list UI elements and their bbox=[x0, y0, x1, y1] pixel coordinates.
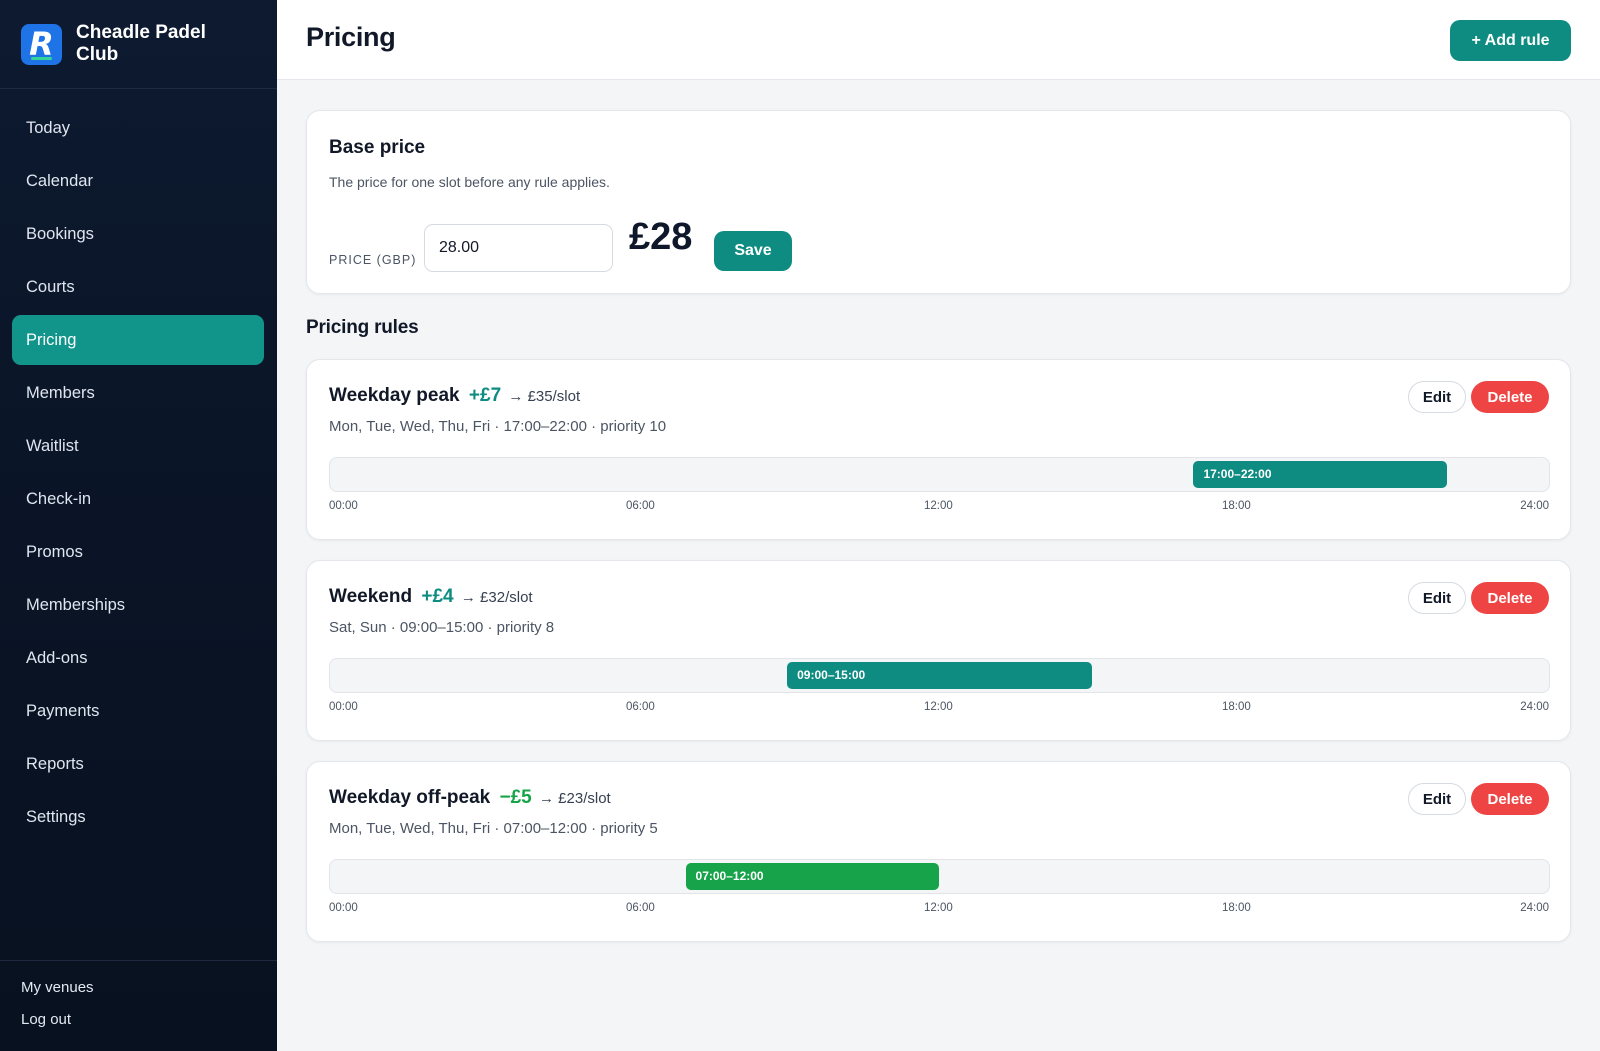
edit-rule-button[interactable]: Edit bbox=[1408, 381, 1466, 413]
sidebar-item-waitlist[interactable]: Waitlist bbox=[12, 421, 264, 471]
timeline-tick: 12:00 bbox=[924, 902, 953, 914]
rule-result: → £35/slot bbox=[508, 388, 581, 405]
timeline-tick: 12:00 bbox=[924, 500, 953, 512]
sidebar-item-bookings[interactable]: Bookings bbox=[12, 209, 264, 259]
sidebar-item-memberships[interactable]: Memberships bbox=[12, 580, 264, 630]
save-button[interactable]: Save bbox=[714, 231, 792, 271]
timeline-tick: 18:00 bbox=[1222, 902, 1251, 914]
rule-result: → £23/slot bbox=[539, 790, 611, 807]
timeline-tick: 00:00 bbox=[329, 902, 358, 914]
rule-meta: Mon, Tue, Wed, Thu, Fri · 07:00–12:00 · … bbox=[329, 820, 658, 837]
sidebar-item-members[interactable]: Members bbox=[12, 368, 264, 418]
sidebar-item-add-ons[interactable]: Add-ons bbox=[12, 633, 264, 683]
timeline-tick: 24:00 bbox=[1520, 902, 1549, 914]
rule-name: Weekday peak bbox=[329, 385, 460, 406]
delete-rule-button[interactable]: Delete bbox=[1471, 381, 1549, 413]
price-field-label: PRICE (GBP) bbox=[329, 253, 417, 267]
log-out-link[interactable]: Log out bbox=[21, 1011, 277, 1043]
timeline-tick: 00:00 bbox=[329, 701, 358, 713]
timeline-tick: 12:00 bbox=[924, 701, 953, 713]
sidebar-item-check-in[interactable]: Check-in bbox=[12, 474, 264, 524]
sidebar-item-courts[interactable]: Courts bbox=[12, 262, 264, 312]
timeline-tick: 18:00 bbox=[1222, 500, 1251, 512]
my-venues-link[interactable]: My venues bbox=[21, 979, 277, 1011]
rule-card: Weekday peak +£7 → £35/slot Mon, Tue, We… bbox=[306, 359, 1571, 540]
rule-meta: Mon, Tue, Wed, Thu, Fri · 17:00–22:00 · … bbox=[329, 418, 667, 435]
rule-card: Weekday off-peak −£5 → £23/slot Mon, Tue… bbox=[306, 761, 1571, 942]
pricing-rules-title: Pricing rules bbox=[306, 317, 419, 338]
edit-rule-button[interactable]: Edit bbox=[1408, 582, 1466, 614]
timeline-tick: 06:00 bbox=[626, 500, 655, 512]
timeline-tick: 00:00 bbox=[329, 500, 358, 512]
sidebar: R Cheadle Padel Club Today Calendar Book… bbox=[0, 0, 277, 1051]
sidebar-item-pricing[interactable]: Pricing bbox=[12, 315, 264, 365]
delete-rule-button[interactable]: Delete bbox=[1471, 783, 1549, 815]
sidebar-item-reports[interactable]: Reports bbox=[12, 739, 264, 789]
timeline-tick: 06:00 bbox=[626, 902, 655, 914]
club-name: Cheadle Padel Club bbox=[76, 22, 206, 65]
sidebar-item-today[interactable]: Today bbox=[12, 103, 264, 153]
timeline-tick: 24:00 bbox=[1520, 701, 1549, 713]
time-range-bar: 09:00–15:00 bbox=[787, 662, 1092, 689]
rule-result: → £32/slot bbox=[460, 589, 533, 606]
base-price-title: Base price bbox=[329, 137, 426, 158]
add-rule-button[interactable]: + Add rule bbox=[1450, 20, 1571, 61]
rule-meta: Sat, Sun · 09:00–15:00 · priority 8 bbox=[329, 619, 555, 636]
timeline-track: 09:00–15:00 bbox=[329, 658, 1550, 693]
base-price-description: The price for one slot before any rule a… bbox=[329, 174, 610, 190]
sidebar-item-payments[interactable]: Payments bbox=[12, 686, 264, 736]
club-logo-icon: R bbox=[21, 23, 62, 65]
timeline-tick: 18:00 bbox=[1222, 701, 1251, 713]
sidebar-item-settings[interactable]: Settings bbox=[12, 792, 264, 842]
rule-delta: +£4 bbox=[421, 586, 454, 607]
timeline-tick: 06:00 bbox=[626, 701, 655, 713]
price-input[interactable] bbox=[424, 224, 613, 272]
delete-rule-button[interactable]: Delete bbox=[1471, 582, 1549, 614]
page-title: Pricing bbox=[306, 22, 396, 52]
base-price-card: Base price The price for one slot before… bbox=[306, 110, 1571, 294]
rule-name: Weekend bbox=[329, 586, 413, 607]
sidebar-footer: My venues Log out bbox=[0, 960, 277, 1051]
timeline-track: 17:00–22:00 bbox=[329, 457, 1550, 492]
edit-rule-button[interactable]: Edit bbox=[1408, 783, 1466, 815]
time-range-bar: 17:00–22:00 bbox=[1193, 461, 1448, 488]
price-display: £28 bbox=[629, 216, 693, 258]
rule-delta: −£5 bbox=[499, 787, 532, 808]
time-range-bar: 07:00–12:00 bbox=[685, 863, 940, 890]
rule-delta: +£7 bbox=[468, 385, 502, 406]
page-header: Pricing + Add rule bbox=[277, 0, 1600, 80]
sidebar-item-promos[interactable]: Promos bbox=[12, 527, 264, 577]
rule-name: Weekday off-peak bbox=[329, 787, 491, 808]
brand[interactable]: R Cheadle Padel Club bbox=[0, 0, 277, 89]
timeline-track: 07:00–12:00 bbox=[329, 859, 1550, 894]
sidebar-item-calendar[interactable]: Calendar bbox=[12, 156, 264, 206]
timeline-tick: 24:00 bbox=[1520, 500, 1549, 512]
sidebar-nav: Today Calendar Bookings Courts Pricing M… bbox=[12, 103, 264, 845]
rule-card: Weekend +£4 → £32/slot Sat, Sun · 09:00–… bbox=[306, 560, 1571, 741]
